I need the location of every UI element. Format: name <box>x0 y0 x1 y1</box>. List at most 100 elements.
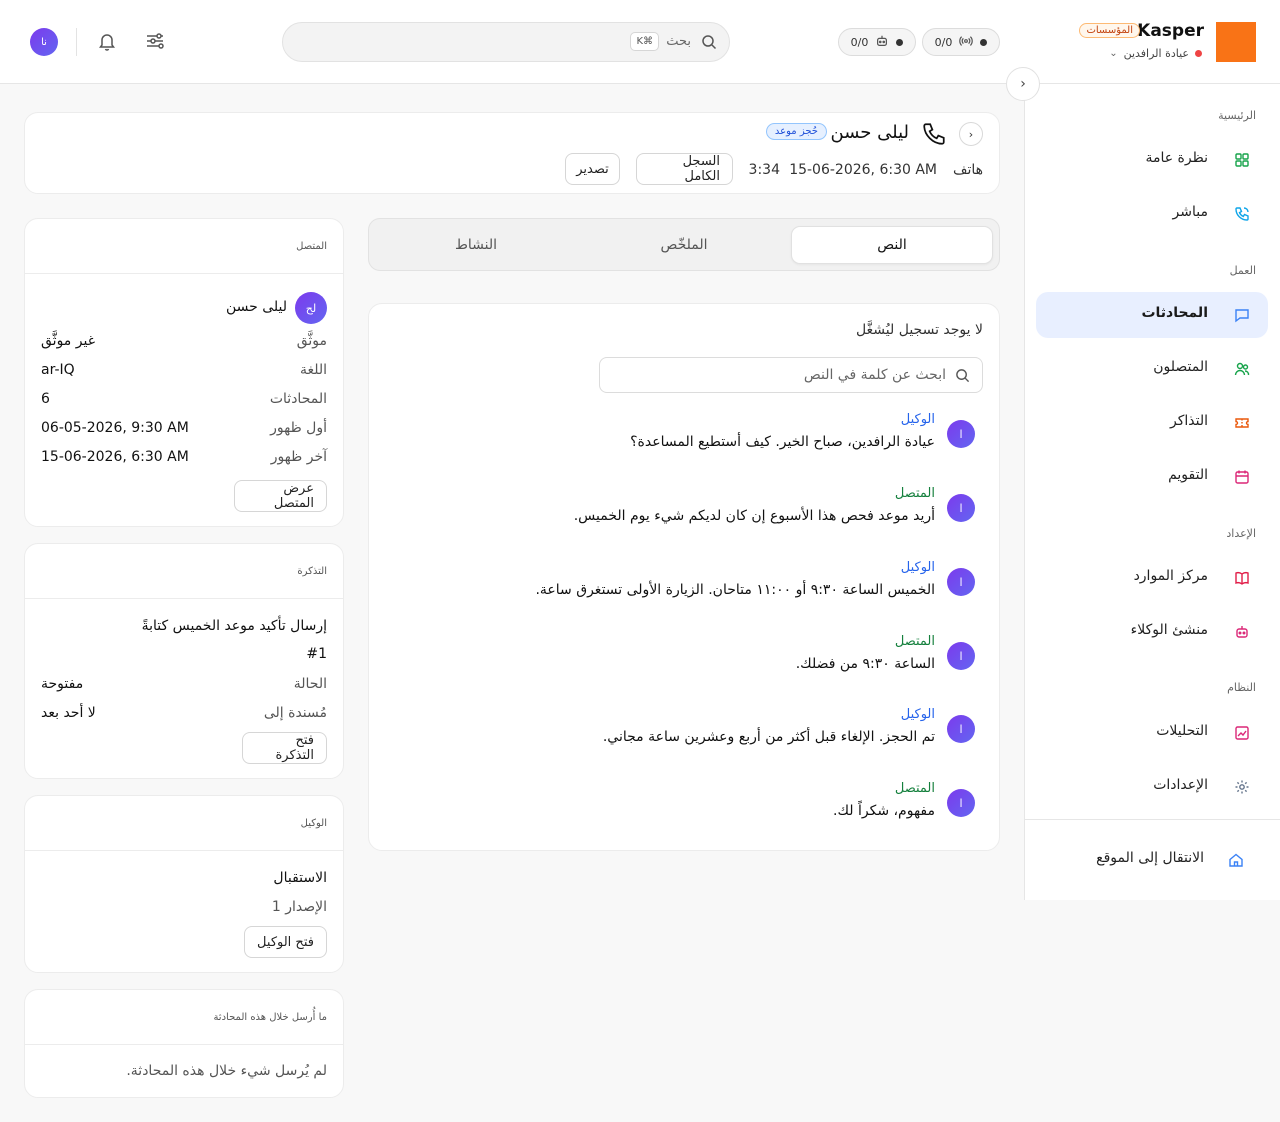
row-label: اللغة <box>299 362 327 378</box>
chart-icon <box>1235 726 1249 740</box>
transcript-search-input[interactable]: ابحث عن كلمة في النص <box>599 357 983 393</box>
phone-icon <box>923 123 945 145</box>
org-status-dot <box>1195 50 1202 57</box>
sent-items-card: ما أُرسل خلال هذه المحادثة لم يُرسل شيء … <box>24 989 344 1098</box>
filters-icon[interactable] <box>144 30 166 52</box>
row-value: لا أحد بعد <box>41 705 96 721</box>
message: ا الوكيل عيادة الرافدين، صباح الخير. كيف… <box>415 412 975 479</box>
avatar: ا <box>947 568 975 596</box>
sidebar-item-settings[interactable]: الإعدادات <box>1036 764 1268 810</box>
call-datetime: 15-06-2026, 6:30 AM <box>789 162 937 178</box>
sidebar-item-label: التحليلات <box>1156 723 1208 739</box>
row-value: غير موثَّق <box>41 333 96 349</box>
gear-icon <box>1235 780 1249 794</box>
tab-transcript[interactable]: النص <box>791 226 993 264</box>
sidebar-item-conversations[interactable]: المحادثات <box>1036 292 1268 338</box>
sidebar-item-calendar[interactable]: التقويم <box>1036 454 1268 500</box>
message-role: الوكيل <box>900 560 935 575</box>
org-name: عيادة الرافدين <box>1123 47 1189 60</box>
full-log-button[interactable]: السجل الكامل <box>636 153 733 185</box>
avatar: ا <box>947 420 975 448</box>
agent-version: الإصدار 1 <box>271 899 327 915</box>
brand-logo <box>1216 22 1256 62</box>
sidebar-item-label: الانتقال إلى الموقع <box>1096 850 1204 866</box>
home-icon <box>1229 853 1243 867</box>
divider <box>25 850 343 851</box>
open-ticket-button[interactable]: فتح التذكرة <box>242 732 327 764</box>
phone-live-icon <box>1235 207 1249 221</box>
message-role: الوكيل <box>900 412 935 427</box>
row-label: آخر ظهور <box>270 449 327 465</box>
bell-icon[interactable] <box>96 30 118 52</box>
bots-pill[interactable]: 0/0 <box>838 28 916 56</box>
sidebar-item-tickets[interactable]: التذاكر <box>1036 400 1268 446</box>
search-placeholder: ابحث عن كلمة في النص <box>803 367 946 383</box>
sidebar-item-label: المحادثات <box>1141 305 1208 321</box>
caller-name: ليلى حسن <box>830 122 910 143</box>
caller-name: ليلى حسن <box>225 299 287 315</box>
card-title: ما أُرسل خلال هذه المحادثة <box>213 1012 327 1023</box>
back-button[interactable]: ‹ <box>959 122 983 146</box>
sidebar-item-label: مركز الموارد <box>1133 568 1208 584</box>
tab-activity[interactable]: النشاط <box>375 226 577 264</box>
row-value: مفتوحة <box>41 676 84 692</box>
top-bar: Kasper المؤسسات عيادة الرافدين ⌄ 0/0 0/0… <box>0 0 1280 84</box>
tab-summary[interactable]: الملخّص <box>583 226 785 264</box>
open-agent-button[interactable]: فتح الوكيل <box>244 926 327 958</box>
live-calls-count: 0/0 <box>934 35 953 49</box>
info-row: آخر ظهور 15-06-2026, 6:30 AM <box>41 449 327 469</box>
plan-badge: المؤسسات <box>1079 23 1140 38</box>
info-row: موثَّق غير موثَّق <box>41 333 327 353</box>
global-search[interactable]: بحث ⌘K <box>282 22 730 62</box>
status-dot <box>896 38 904 46</box>
book-icon <box>1235 572 1249 585</box>
message-text: أريد موعد فحص هذا الأسبوع إن كان لديكم ش… <box>573 508 935 524</box>
bots-count: 0/0 <box>850 35 869 49</box>
sidebar-item-label: الإعدادات <box>1153 777 1208 793</box>
empty-state: لم يُرسل شيء خلال هذه المحادثة. <box>126 1063 327 1079</box>
live-calls-pill[interactable]: 0/0 <box>922 28 1000 56</box>
bot-icon <box>1236 626 1248 638</box>
sidebar-item-label: مباشر <box>1172 204 1208 220</box>
sidebar-item-agent-builder[interactable]: منشئ الوكلاء <box>1036 609 1268 655</box>
sidebar-item-go-to-site[interactable]: الانتقال إلى الموقع <box>1036 837 1268 883</box>
shortcut-hint: ⌘K <box>630 32 659 51</box>
message: ا المتصل الساعة ٩:٣٠ من فضلك. <box>415 634 975 701</box>
section-label-system: النظام <box>1227 681 1256 694</box>
sidebar-item-live[interactable]: مباشر <box>1036 191 1268 237</box>
view-caller-button[interactable]: عرض المتصل <box>234 480 327 512</box>
row-label: مُسندة إلى <box>263 705 327 721</box>
user-avatar[interactable]: نا <box>30 28 58 56</box>
sidebar-item-label: المتصلون <box>1153 359 1208 375</box>
conversation-header: ‹ ليلى حسن حُجز موعد هاتف 15-06-2026, 6:… <box>24 112 1000 194</box>
info-row: المحادثات 6 <box>41 391 327 411</box>
section-label-setup: الإعداد <box>1226 527 1256 540</box>
divider <box>76 28 77 56</box>
broadcast-icon <box>959 34 974 51</box>
row-label: موثَّق <box>296 333 327 349</box>
message: ا الوكيل الخميس الساعة ٩:٣٠ أو ١١:٠٠ متا… <box>415 560 975 627</box>
avatar: ا <box>947 789 975 817</box>
ticket-card: التذكرة إرسال تأكيد موعد الخميس كتابةً #… <box>24 543 344 779</box>
channel-label: هاتف <box>952 162 983 178</box>
export-button[interactable]: تصدير <box>565 153 620 185</box>
divider <box>25 598 343 599</box>
message-text: الخميس الساعة ٩:٣٠ أو ١١:٠٠ متاحان. الزي… <box>535 582 935 598</box>
sidebar-collapse-button[interactable]: ‹ <box>1006 67 1040 101</box>
row-value: 15-06-2026, 6:30 AM <box>41 449 189 465</box>
sidebar-item-analytics[interactable]: التحليلات <box>1036 710 1268 756</box>
card-title: المتصل <box>296 241 327 252</box>
sidebar-item-label: التذاكر <box>1169 413 1208 429</box>
message: ا الوكيل تم الحجز. الإلغاء قبل أكثر من أ… <box>415 707 975 774</box>
message-text: تم الحجز. الإلغاء قبل أكثر من أربع وعشري… <box>602 729 935 745</box>
message-text: مفهوم، شكراً لك. <box>833 803 935 819</box>
sidebar-item-resources[interactable]: مركز الموارد <box>1036 555 1268 601</box>
avatar: لح <box>295 292 327 324</box>
sidebar-item-callers[interactable]: المتصلون <box>1036 346 1268 392</box>
org-switcher[interactable]: عيادة الرافدين ⌄ <box>1109 47 1202 60</box>
sidebar-item-overview[interactable]: نظرة عامة <box>1036 137 1268 183</box>
tab-bar: النص الملخّص النشاط <box>368 218 1000 271</box>
message-role: المتصل <box>894 781 935 796</box>
ticket-number: #1 <box>306 646 327 662</box>
message: ا المتصل مفهوم، شكراً لك. <box>415 781 975 848</box>
